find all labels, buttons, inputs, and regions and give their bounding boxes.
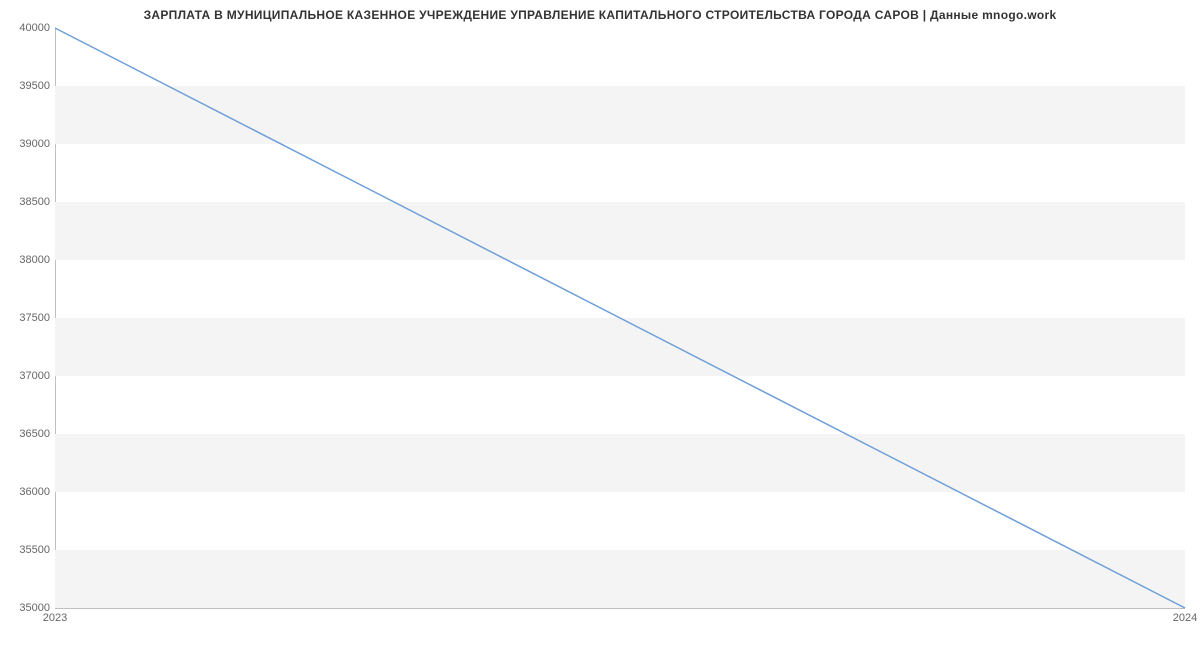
- line-layer: [55, 28, 1185, 608]
- y-tick-label: 37000: [5, 370, 50, 382]
- x-tick-label: 2023: [43, 612, 67, 624]
- chart-title: ЗАРПЛАТА В МУНИЦИПАЛЬНОЕ КАЗЕННОЕ УЧРЕЖД…: [0, 8, 1200, 22]
- y-tick-label: 36500: [5, 428, 50, 440]
- y-tick-label: 38000: [5, 254, 50, 266]
- data-series-line: [55, 28, 1185, 608]
- chart-container: ЗАРПЛАТА В МУНИЦИПАЛЬНОЕ КАЗЕННОЕ УЧРЕЖД…: [0, 0, 1200, 650]
- y-tick-label: 36000: [5, 486, 50, 498]
- y-tick-label: 38500: [5, 196, 50, 208]
- y-tick-label: 39000: [5, 138, 50, 150]
- x-tick-label: 2024: [1173, 612, 1197, 624]
- y-tick-label: 37500: [5, 312, 50, 324]
- plot-area: [55, 28, 1185, 609]
- y-tick-label: 35500: [5, 544, 50, 556]
- y-tick-label: 39500: [5, 80, 50, 92]
- y-tick-label: 40000: [5, 22, 50, 34]
